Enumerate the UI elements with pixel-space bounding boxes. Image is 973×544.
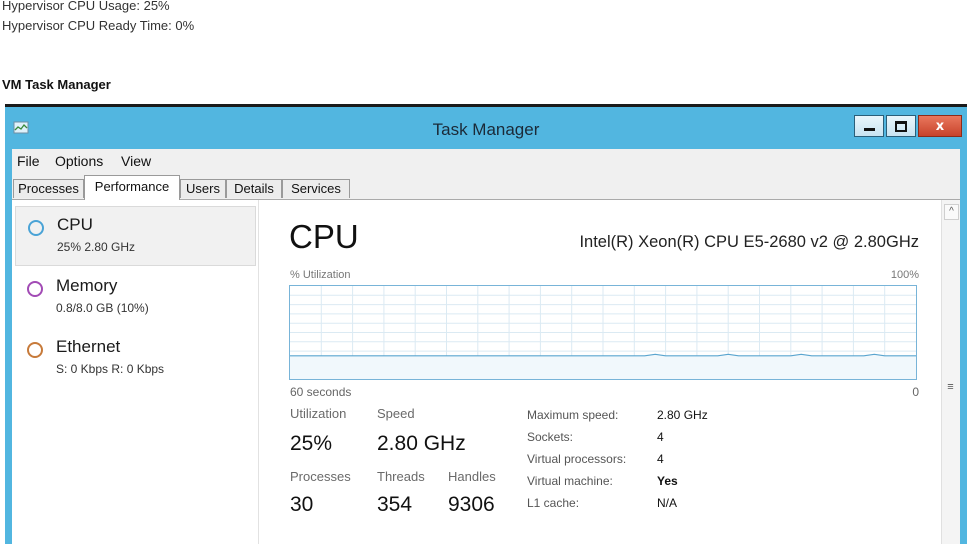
spec-key-l1-cache: L1 cache:: [527, 496, 580, 510]
sidebar-item-title: Ethernet: [56, 337, 121, 356]
processes-label: Processes: [290, 469, 351, 484]
graph-time-span-label: 60 seconds: [290, 385, 352, 399]
tab-users[interactable]: Users: [180, 179, 226, 198]
utilization-area: [290, 354, 916, 379]
menu-bar: File Options View: [12, 149, 960, 173]
minimize-icon: [863, 127, 875, 131]
close-button[interactable]: x: [918, 115, 962, 137]
performance-sidebar: CPU 25% 2.80 GHz Memory 0.8/8.0 GB (10%)…: [12, 200, 259, 544]
scroll-up-arrow-icon[interactable]: ^: [944, 204, 959, 220]
processes-value: 30: [290, 493, 314, 516]
title-bar[interactable]: Task Manager x: [5, 107, 967, 149]
ethernet-indicator-icon: [27, 342, 43, 358]
spec-value-maximum-speed: 2.80 GHz: [657, 408, 708, 422]
cpu-detail-panel: CPU Intel(R) Xeon(R) CPU E5-2680 v2 @ 2.…: [259, 200, 942, 544]
close-icon: x: [935, 118, 945, 134]
cpu-model-name: Intel(R) Xeon(R) CPU E5-2680 v2 @ 2.80GH…: [579, 233, 919, 251]
threads-value: 354: [377, 493, 413, 516]
threads-label: Threads: [377, 469, 425, 484]
section-title: VM Task Manager: [2, 77, 111, 92]
tab-processes[interactable]: Processes: [13, 179, 84, 198]
menu-file[interactable]: File: [17, 153, 40, 169]
menu-options[interactable]: Options: [55, 153, 103, 169]
spec-key-sockets: Sockets:: [527, 430, 574, 444]
graph-max-label: 100%: [890, 269, 919, 281]
sidebar-item-subtitle: 0.8/8.0 GB (10%): [56, 301, 149, 315]
minimize-button[interactable]: [854, 115, 884, 137]
hypervisor-cpu-ready-time: Hypervisor CPU Ready Time: 0%: [2, 18, 195, 33]
utilization-label: Utilization: [290, 406, 347, 421]
task-manager-window: Task Manager x File Options View Process…: [5, 104, 967, 544]
vertical-scrollbar[interactable]: ^ ≡: [941, 200, 960, 544]
tab-details[interactable]: Details: [226, 179, 282, 198]
spec-key-maximum-speed: Maximum speed:: [527, 408, 619, 422]
tab-services[interactable]: Services: [282, 179, 350, 198]
graph-time-zero-label: 0: [912, 385, 919, 399]
spec-value-virtual-machine: Yes: [657, 474, 678, 488]
tab-bar: Processes Performance Users Details Serv…: [12, 173, 960, 200]
handles-label: Handles: [448, 469, 496, 484]
sidebar-item-memory[interactable]: Memory 0.8/8.0 GB (10%): [15, 268, 256, 328]
cpu-indicator-icon: [28, 220, 44, 236]
sidebar-item-subtitle: S: 0 Kbps R: 0 Kbps: [56, 362, 165, 376]
spec-value-virtual-processors: 4: [657, 452, 664, 466]
memory-indicator-icon: [27, 281, 43, 297]
sidebar-item-title: CPU: [57, 215, 93, 234]
graph-utilization-label: % Utilization: [290, 269, 351, 281]
tab-performance[interactable]: Performance: [84, 175, 180, 200]
menu-view[interactable]: View: [121, 153, 151, 169]
sidebar-item-cpu[interactable]: CPU 25% 2.80 GHz: [15, 206, 256, 266]
maximize-icon: [895, 120, 907, 132]
hypervisor-cpu-usage: Hypervisor CPU Usage: 25%: [2, 0, 170, 13]
scroll-grip-icon[interactable]: ≡: [944, 380, 957, 394]
sidebar-item-subtitle: 25% 2.80 GHz: [57, 240, 136, 254]
speed-value: 2.80 GHz: [377, 432, 466, 455]
sidebar-item-title: Memory: [56, 276, 118, 295]
spec-key-virtual-machine: Virtual machine:: [527, 474, 613, 488]
sidebar-item-ethernet[interactable]: Ethernet S: 0 Kbps R: 0 Kbps: [15, 329, 256, 389]
spec-key-virtual-processors: Virtual processors:: [527, 452, 627, 466]
window-client-area: File Options View Processes Performance …: [12, 149, 960, 544]
cpu-utilization-graph: [289, 285, 917, 380]
window-title: Task Manager: [432, 120, 540, 139]
maximize-button[interactable]: [886, 115, 916, 137]
speed-label: Speed: [377, 406, 415, 421]
handles-value: 9306: [448, 493, 495, 516]
utilization-value: 25%: [290, 432, 333, 455]
spec-value-l1-cache: N/A: [657, 496, 678, 510]
cpu-heading: CPU: [289, 218, 359, 255]
cpu-graph-canvas: [290, 286, 916, 379]
spec-value-sockets: 4: [657, 430, 664, 444]
